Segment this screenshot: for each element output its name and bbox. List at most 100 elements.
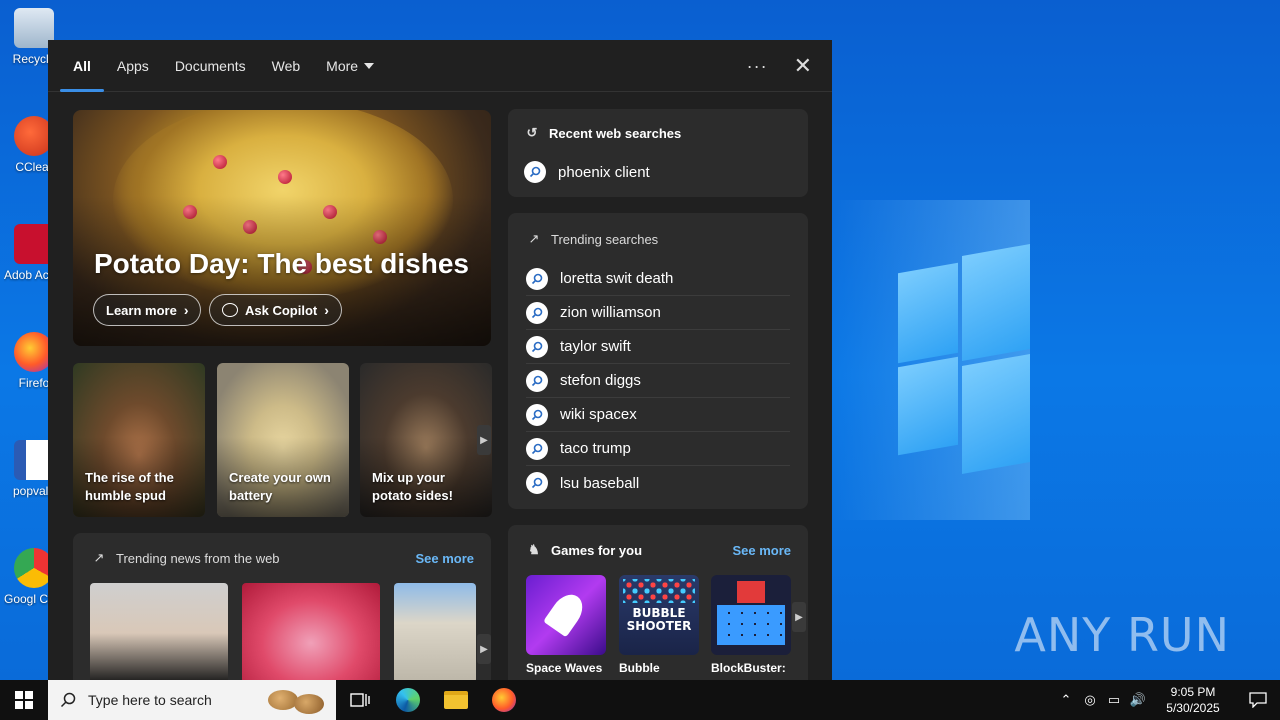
- trending-search-text: zion williamson: [560, 304, 661, 321]
- trending-search-text: stefon diggs: [560, 372, 641, 389]
- search-panel: All Apps Documents Web More ··· ✕ Potato…: [48, 40, 832, 680]
- ask-copilot-button[interactable]: Ask Copilot ›: [209, 294, 342, 326]
- taskbar: Type here to search ⌃ ◎ ▭ 🔊 9:05 PM 5/30…: [0, 680, 1280, 720]
- recent-search-text: phoenix client: [558, 163, 650, 181]
- games-see-more-link[interactable]: See more: [732, 543, 791, 558]
- search-icon: [526, 369, 548, 392]
- chevron-right-icon: ›: [324, 302, 329, 318]
- clock-time: 9:05 PM: [1170, 685, 1216, 699]
- news-tile-3[interactable]: [394, 583, 476, 680]
- trending-search-text: lsu baseball: [560, 474, 640, 492]
- recent-heading: Recent web searches: [549, 125, 682, 141]
- chevron-up-icon[interactable]: ⌃: [1054, 692, 1078, 708]
- clock[interactable]: 9:05 PM 5/30/2025: [1150, 684, 1236, 716]
- trending-search-text: taco trump: [560, 440, 631, 457]
- game-tile-space-waves[interactable]: [526, 575, 606, 655]
- trending-search-text: wiki spacex: [560, 406, 637, 423]
- tab-documents[interactable]: Documents: [162, 40, 259, 92]
- games-heading: Games for you: [551, 542, 643, 558]
- search-icon: [60, 692, 76, 708]
- carousel-next-arrow[interactable]: ▶: [477, 425, 491, 455]
- tab-label: More: [326, 57, 359, 74]
- trending-search-item[interactable]: loretta swit death: [526, 262, 790, 296]
- tab-label: Web: [271, 57, 301, 74]
- edge-icon: [396, 688, 420, 712]
- hero-title: Potato Day: The best dishes: [94, 248, 469, 279]
- card-potato-battery[interactable]: Create your own battery: [217, 363, 349, 517]
- card-caption: Create your own battery: [229, 470, 331, 503]
- notification-icon: [1249, 692, 1267, 708]
- recent-search-item[interactable]: phoenix client: [524, 161, 650, 183]
- recent-searches-box: ↺ Recent web searches phoenix client: [508, 109, 808, 197]
- trending-search-item[interactable]: taco trump: [526, 432, 790, 466]
- game-tile-blockbuster[interactable]: [711, 575, 791, 655]
- taskbar-edge[interactable]: [384, 680, 432, 720]
- news-next-arrow[interactable]: ▶: [477, 634, 491, 664]
- chat-bubble-icon: [222, 303, 238, 317]
- network-icon[interactable]: ▭: [1102, 692, 1126, 708]
- search-icon: [526, 335, 548, 358]
- more-options-icon[interactable]: ···: [747, 56, 768, 77]
- tab-web[interactable]: Web: [259, 40, 314, 92]
- tab-label: All: [73, 57, 91, 74]
- windows-logo-wallpaper: [880, 240, 1030, 480]
- chevron-down-icon: [364, 62, 375, 69]
- trending-search-item[interactable]: stefon diggs: [526, 364, 790, 398]
- tab-more[interactable]: More: [313, 40, 387, 92]
- firefox-icon: [492, 688, 516, 712]
- close-icon[interactable]: ✕: [794, 55, 812, 77]
- trending-search-item[interactable]: zion williamson: [526, 296, 790, 330]
- card-caption: Mix up your potato sides!: [372, 470, 453, 503]
- learn-more-label: Learn more: [106, 302, 177, 318]
- search-icon: [526, 403, 548, 426]
- potato-day-thumbnail: [260, 682, 336, 718]
- news-heading: Trending news from the web: [116, 550, 280, 566]
- tab-label: Documents: [174, 57, 246, 74]
- search-icon: [526, 301, 548, 324]
- trending-search-item[interactable]: lsu baseball: [526, 466, 790, 500]
- news-tile-2[interactable]: [242, 583, 380, 680]
- ask-copilot-label: Ask Copilot: [245, 302, 318, 318]
- game-title: Bubble: [619, 661, 660, 675]
- trending-search-text: loretta swit death: [560, 270, 674, 287]
- games-next-arrow[interactable]: ▶: [792, 602, 806, 632]
- trending-arrow-icon: ↗: [528, 231, 540, 246]
- volume-icon[interactable]: 🔊: [1126, 692, 1150, 708]
- hero-card[interactable]: Potato Day: The best dishes Learn more ›…: [73, 110, 491, 346]
- start-button[interactable]: [0, 680, 48, 720]
- search-placeholder: Type here to search: [88, 692, 212, 708]
- search-icon: [526, 267, 548, 290]
- taskbar-firefox[interactable]: [480, 680, 528, 720]
- clock-date: 5/30/2025: [1166, 701, 1220, 715]
- trending-heading: Trending searches: [551, 231, 659, 247]
- chevron-right-icon: ›: [183, 302, 189, 318]
- chess-piece-icon: ♞: [528, 542, 540, 557]
- news-tile-1[interactable]: [90, 583, 228, 680]
- anyrun-watermark: ANY RUN: [1014, 608, 1230, 662]
- task-view-button[interactable]: [336, 680, 384, 720]
- game-title: Space Waves: [526, 661, 603, 675]
- watermark-text: ANY RUN: [1014, 608, 1230, 662]
- learn-more-button[interactable]: Learn more ›: [93, 294, 202, 326]
- search-icon: [524, 161, 546, 183]
- trending-search-item[interactable]: taylor swift: [526, 330, 790, 364]
- notification-button[interactable]: [1236, 692, 1280, 708]
- game-title: BlockBuster:: [711, 661, 786, 675]
- windows-icon: [15, 691, 33, 709]
- trending-search-item[interactable]: wiki spacex: [526, 398, 790, 432]
- card-potato-sides[interactable]: Mix up your potato sides!: [360, 363, 492, 517]
- taskbar-file-explorer[interactable]: [432, 680, 480, 720]
- search-icon: [526, 437, 548, 460]
- trending-arrow-icon: ↗: [93, 550, 105, 565]
- tab-label: Apps: [116, 57, 149, 74]
- card-humble-spud[interactable]: The rise of the humble spud: [73, 363, 205, 517]
- news-see-more-link[interactable]: See more: [415, 551, 474, 566]
- trending-search-text: taylor swift: [560, 338, 631, 355]
- game-tile-bubble-shooter[interactable]: BUBBLE SHOOTER: [619, 575, 699, 655]
- meet-now-icon[interactable]: ◎: [1078, 692, 1102, 708]
- tab-apps[interactable]: Apps: [104, 40, 162, 92]
- card-caption: The rise of the humble spud: [85, 470, 174, 503]
- tab-all[interactable]: All: [60, 40, 104, 92]
- taskbar-search-box[interactable]: Type here to search: [48, 680, 336, 720]
- trending-searches-box: ↗ Trending searches loretta swit death z…: [508, 213, 808, 509]
